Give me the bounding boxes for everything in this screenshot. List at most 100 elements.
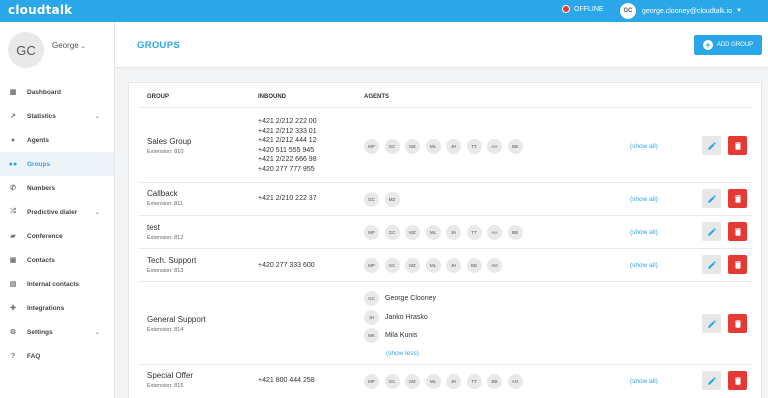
agent-chip[interactable]: TT xyxy=(466,374,482,389)
edit-button[interactable] xyxy=(702,371,721,390)
agent-chip[interactable]: AA xyxy=(487,225,502,240)
sidebar-item-contacts[interactable]: ▣ Contacts xyxy=(0,248,114,272)
delete-button[interactable] xyxy=(728,189,747,208)
person-icon: ● xyxy=(10,136,16,144)
sidebar-item-label: Settings xyxy=(27,328,53,336)
agent-chip[interactable]: BB xyxy=(466,258,482,273)
offline-status-icon xyxy=(562,5,570,13)
agent-chip[interactable]: GC xyxy=(384,225,400,240)
sidebar-item-faq[interactable]: ? FAQ xyxy=(0,344,114,368)
caret-down-icon: ▼ xyxy=(736,8,742,14)
plus-icon: + xyxy=(702,40,713,50)
table-row[interactable]: General Support Extension: 814 GC George… xyxy=(139,281,753,364)
sidebar-item-settings[interactable]: ⚙ Settings ⌄ xyxy=(0,320,114,344)
column-header-group: GROUP xyxy=(147,94,170,100)
table-row[interactable]: test Extension: 812 MP GC MZ ML JH TT AA… xyxy=(139,215,753,248)
inbound-number: +420 277 777 955 xyxy=(258,165,315,173)
agent-chip[interactable]: ML xyxy=(425,139,441,154)
sidebar-item-statistics[interactable]: ↗ Statistics ⌄ xyxy=(0,104,114,128)
edit-button[interactable] xyxy=(702,222,721,241)
agent-chip[interactable]: MP xyxy=(364,225,379,240)
agent-chip[interactable]: AO xyxy=(507,374,523,389)
show-all-link[interactable]: (show all) xyxy=(630,196,658,203)
table-row[interactable]: Tech. Support Extension: 813 +420 277 33… xyxy=(139,248,753,281)
status-toggle[interactable]: OFFLINE xyxy=(562,5,604,13)
show-all-link[interactable]: (show all) xyxy=(630,229,658,236)
agent-chip[interactable]: MP xyxy=(364,374,379,389)
agent-chip[interactable]: BB xyxy=(507,225,523,240)
edit-button[interactable] xyxy=(702,189,721,208)
agent-entry[interactable]: MK Mila Kunis xyxy=(364,328,417,343)
agent-chip[interactable]: BB xyxy=(487,374,502,389)
inbound-numbers: +421 800 444 258 xyxy=(258,376,315,386)
agent-entry[interactable]: GC George Clooney xyxy=(364,291,436,306)
agent-chip[interactable]: GC xyxy=(384,258,400,273)
cloudtalk-logo[interactable]: cloudtalk xyxy=(8,3,72,17)
chart-icon: ↗ xyxy=(10,113,16,120)
sidebar-item-conference[interactable]: ▰ Conference xyxy=(0,224,114,248)
agent-chip[interactable]: MZ xyxy=(405,225,420,240)
agent-chip[interactable]: ML xyxy=(425,374,441,389)
agent-name: Janko Hrasko xyxy=(385,314,428,321)
agent-chip: GC xyxy=(364,291,379,306)
agent-chip[interactable]: JH xyxy=(446,258,461,273)
agent-chip[interactable]: MZ xyxy=(405,139,420,154)
delete-button[interactable] xyxy=(728,314,747,333)
agent-chip[interactable]: AA xyxy=(487,139,502,154)
inbound-numbers: +420 277 333 600 xyxy=(258,261,315,271)
group-extension: Extension: 815 xyxy=(147,383,184,389)
delete-button[interactable] xyxy=(728,255,747,274)
sidebar-item-predictive-dialer[interactable]: ⤮ Predictive dialer ⌄ xyxy=(0,200,114,224)
sidebar-item-numbers[interactable]: ✆ Numbers xyxy=(0,176,114,200)
table-row[interactable]: Callback Extension: 811 +421 2/210 222 3… xyxy=(139,182,753,215)
show-all-link[interactable]: (show all) xyxy=(630,143,658,150)
sidebar-item-groups[interactable]: ●● Groups xyxy=(0,152,114,176)
profile-avatar[interactable]: GC xyxy=(8,32,44,68)
agent-chip[interactable]: GC xyxy=(384,139,400,154)
table-row[interactable]: Special Offer Extension: 815 +421 800 44… xyxy=(139,364,753,398)
add-group-button[interactable]: + ADD GROUP xyxy=(694,35,762,55)
agent-chip[interactable]: JH xyxy=(446,139,461,154)
agent-chip[interactable]: GC xyxy=(364,192,379,207)
agent-chip[interactable]: MZ xyxy=(384,192,400,207)
show-all-link[interactable]: (show all) xyxy=(630,378,658,385)
inbound-number: +420 511 555 945 xyxy=(258,146,315,154)
table-row[interactable]: Sales Group Extension: 810 +421 2/212 22… xyxy=(139,107,753,182)
group-extension: Extension: 813 xyxy=(147,268,184,274)
sidebar-item-dashboard[interactable]: ▦ Dashboard xyxy=(0,80,114,104)
edit-button[interactable] xyxy=(702,314,721,333)
phone-icon: ✆ xyxy=(10,185,16,192)
user-menu[interactable]: GC george.clooney@cloudtalk.io ▼ xyxy=(620,2,742,20)
dashboard-icon: ▦ xyxy=(9,89,17,96)
show-all-link[interactable]: (show all) xyxy=(630,262,658,269)
agent-chip[interactable]: MP xyxy=(364,258,379,273)
show-less-link[interactable]: (show less) xyxy=(386,350,419,357)
agent-chip[interactable]: MZ xyxy=(405,374,420,389)
agent-chip[interactable]: ML xyxy=(425,258,441,273)
edit-button[interactable] xyxy=(702,136,721,155)
agent-chip[interactable]: AO xyxy=(487,258,502,273)
agent-chip[interactable]: TT xyxy=(466,225,482,240)
inbound-number: +421 2/212 333 01 xyxy=(258,127,317,135)
trash-icon xyxy=(734,227,741,236)
delete-button[interactable] xyxy=(728,371,747,390)
sidebar-item-internal-contacts[interactable]: ▤ Internal contacts xyxy=(0,272,114,296)
sidebar-item-integrations[interactable]: ✚ Integrations xyxy=(0,296,114,320)
delete-button[interactable] xyxy=(728,136,747,155)
edit-button[interactable] xyxy=(702,255,721,274)
pencil-icon xyxy=(707,194,716,203)
user-email: george.clooney@cloudtalk.io xyxy=(642,7,732,15)
profile-menu[interactable]: George ⌄ xyxy=(52,41,86,50)
sidebar-item-agents[interactable]: ● Agents xyxy=(0,128,114,152)
agent-entry[interactable]: JH Janko Hrasko xyxy=(364,310,428,325)
agent-chip[interactable]: MP xyxy=(364,139,379,154)
agent-chip[interactable]: MZ xyxy=(405,258,420,273)
agent-chip[interactable]: JH xyxy=(446,374,461,389)
agent-chip[interactable]: BB xyxy=(507,139,523,154)
agent-chip[interactable]: GC xyxy=(384,374,400,389)
agent-chip[interactable]: JH xyxy=(446,225,461,240)
agent-chip[interactable]: ML xyxy=(425,225,441,240)
trash-icon xyxy=(734,376,741,385)
agent-chip[interactable]: TT xyxy=(466,139,482,154)
delete-button[interactable] xyxy=(728,222,747,241)
